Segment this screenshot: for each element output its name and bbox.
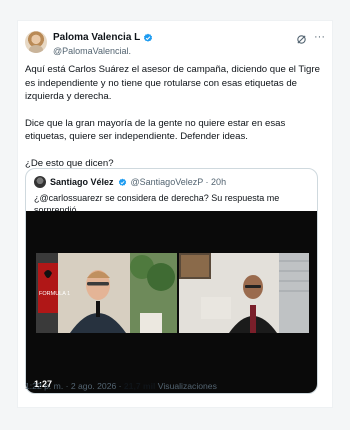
author-display-name[interactable]: Paloma Valencia L [53, 32, 140, 44]
verified-badge-icon [118, 178, 126, 186]
tweet-card: Paloma Valencia L @PalomaValencial. ··· … [17, 20, 333, 408]
quoted-tweet-header: Santiago Vélez @SantiagoVelezP · 20h [34, 175, 226, 189]
video-right-scene [179, 253, 309, 333]
grok-icon[interactable] [296, 34, 307, 45]
video-left-scene: FORMULA 1 [36, 253, 177, 333]
views-label: Visualizaciones [155, 381, 217, 391]
poster-text: FORMULA 1 [39, 291, 70, 297]
verified-badge-icon [144, 33, 153, 42]
quoted-author-avatar [34, 176, 46, 188]
display-name-row: Paloma Valencia L [53, 32, 153, 44]
quoted-tweet[interactable]: Santiago Vélez @SantiagoVelezP · 20h ¿@c… [25, 168, 318, 394]
video-player[interactable]: FORMULA 1 1:27 [26, 211, 317, 393]
tweet-paragraph: Dice que la gran mayoría de la gente no … [25, 117, 286, 143]
quoted-author-handle-time: @SantiagoVelezP · 20h [130, 177, 227, 187]
tweet-paragraph: Aquí está Carlos Suárez el asesor de cam… [25, 64, 320, 102]
tweet-timestamp[interactable]: 1:22 p. m. · 2 ago. 2026 · [25, 381, 124, 391]
video-right-panel [179, 253, 309, 333]
author-avatar[interactable] [25, 31, 47, 53]
quoted-author-name: Santiago Vélez [50, 177, 114, 187]
video-left-panel: FORMULA 1 [36, 253, 177, 333]
tweet-footer: 1:22 p. m. · 2 ago. 2026 · 21,7 mil Visu… [25, 381, 217, 391]
author-handle[interactable]: @PalomaValencial. [53, 45, 153, 57]
author-names: Paloma Valencia L @PalomaValencial. [53, 32, 153, 57]
views-count: 21,7 mil [123, 381, 156, 391]
tweet-header: Paloma Valencia L @PalomaValencial. ··· [25, 31, 327, 57]
tweet-text: Aquí está Carlos Suárez el asesor de cam… [25, 63, 325, 183]
more-icon[interactable]: ··· [314, 31, 325, 43]
